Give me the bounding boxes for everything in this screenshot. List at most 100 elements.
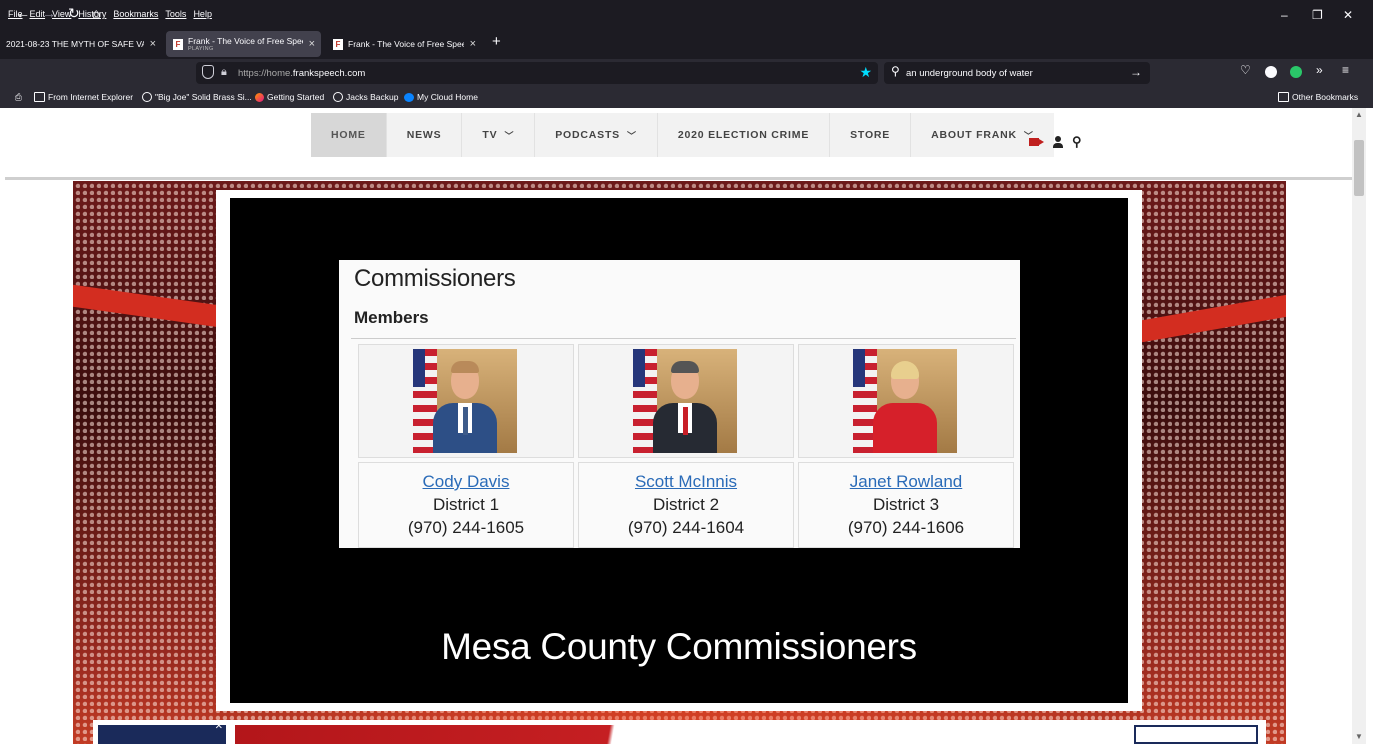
nav-election-crime[interactable]: 2020 ELECTION CRIME bbox=[656, 113, 830, 157]
forward-arrow-icon[interactable]: → bbox=[42, 5, 56, 21]
cloud-icon bbox=[404, 92, 414, 102]
scroll-down-icon[interactable]: ▼ bbox=[1355, 732, 1363, 741]
member-name-link[interactable]: Scott McInnis bbox=[579, 472, 793, 492]
url-text[interactable]: https://home.frankspeech.com bbox=[238, 68, 365, 79]
close-tab-icon[interactable]: × bbox=[464, 38, 482, 50]
close-tab-icon[interactable]: × bbox=[303, 38, 321, 50]
pocket-icon[interactable]: ♡ bbox=[1240, 63, 1251, 77]
search-bar[interactable]: ⚲ an underground body of water → bbox=[884, 62, 1150, 84]
tab-1[interactable]: 2021-08-23 THE MYTH OF SAFE VAC × bbox=[6, 31, 162, 57]
member-name-link[interactable]: Cody Davis bbox=[359, 472, 573, 492]
card-title: Commissioners bbox=[354, 265, 516, 292]
scroll-thumb[interactable] bbox=[1354, 140, 1364, 196]
other-bookmarks[interactable]: Other Bookmarks bbox=[1278, 92, 1358, 102]
page-scrollbar[interactable]: ▲ ▼ bbox=[1352, 108, 1366, 744]
tab-title: Frank - The Voice of Free Speech bbox=[348, 39, 464, 49]
site-nav: HOME NEWS TV ﹀ PODCASTS ﹀ 2020 ELECTION CR… bbox=[311, 113, 1054, 157]
menu-bar: File Edit View History Bookmarks Tools H… bbox=[0, 0, 1373, 29]
tab-2[interactable]: F Frank - The Voice of Free Speech PLAYI… bbox=[166, 31, 321, 57]
video-caption: Mesa County Commissioners bbox=[441, 626, 917, 667]
close-window-button[interactable]: ✕ bbox=[1343, 8, 1353, 22]
tab-3[interactable]: F Frank - The Voice of Free Speech × bbox=[330, 31, 482, 57]
ad-left[interactable]: ✕ bbox=[98, 721, 226, 744]
bookmark-my-cloud-home[interactable]: My Cloud Home bbox=[404, 92, 478, 102]
close-tab-icon[interactable]: × bbox=[144, 38, 162, 50]
ad-banner[interactable] bbox=[235, 725, 1125, 744]
tracking-shield-icon[interactable] bbox=[202, 65, 214, 79]
search-go-arrow-icon[interactable]: → bbox=[1130, 65, 1142, 79]
member-district: District 3 bbox=[872, 495, 940, 514]
bookmark-big-joe[interactable]: "Big Joe" Solid Brass Si... bbox=[142, 92, 252, 102]
search-icon: ⚲ bbox=[891, 64, 900, 78]
extension-j-icon[interactable] bbox=[1265, 66, 1277, 78]
bookmark-label: My Cloud Home bbox=[417, 92, 478, 102]
nav-news[interactable]: NEWS bbox=[385, 113, 462, 157]
site-icons: ⚲ bbox=[1029, 134, 1082, 150]
menu-bookmarks[interactable]: Bookmarks bbox=[113, 9, 158, 19]
url-bar[interactable]: 🔒︎ https://home.frankspeech.com ★ bbox=[196, 62, 878, 84]
member-district: District 1 bbox=[432, 495, 500, 514]
nav-label: ABOUT FRANK bbox=[931, 129, 1017, 141]
home-icon[interactable]: ⌂ bbox=[92, 5, 100, 21]
tie bbox=[463, 407, 468, 435]
page-content: HOME NEWS TV ﹀ PODCASTS ﹀ 2020 ELECTION CR… bbox=[0, 108, 1373, 744]
url-domain: frankspeech.com bbox=[292, 68, 366, 79]
member-photo bbox=[413, 349, 517, 453]
user-icon[interactable] bbox=[1053, 136, 1063, 148]
member-info: Janet Rowland District 3 (970) 244-1606 bbox=[798, 462, 1014, 548]
member-info: Scott McInnis District 2 (970) 244-1604 bbox=[578, 462, 794, 548]
reload-icon[interactable]: ↻ bbox=[68, 5, 80, 22]
folder-icon bbox=[34, 92, 45, 102]
member-photo-frame bbox=[358, 344, 574, 458]
tie bbox=[683, 407, 688, 435]
firefox-icon bbox=[255, 92, 264, 102]
lock-icon[interactable]: 🔒︎ bbox=[221, 66, 227, 79]
red-jacket bbox=[873, 403, 937, 453]
nav-label: PODCASTS bbox=[555, 129, 620, 141]
bookmark-from-ie[interactable]: From Internet Explorer bbox=[34, 92, 133, 102]
search-icon[interactable]: ⚲ bbox=[1072, 134, 1082, 150]
menu-help[interactable]: Help bbox=[193, 9, 212, 19]
new-tab-button[interactable]: + bbox=[492, 33, 501, 50]
nav-store[interactable]: STORE bbox=[829, 113, 911, 157]
minimize-button[interactable]: – bbox=[1281, 8, 1288, 22]
hair bbox=[891, 361, 919, 379]
hair bbox=[671, 361, 699, 373]
hero-band-right bbox=[1126, 294, 1286, 346]
bookmark-label: From Internet Explorer bbox=[48, 92, 134, 102]
nav-home[interactable]: HOME bbox=[311, 113, 386, 157]
bookmark-jacks-backup[interactable]: Jacks Backup bbox=[333, 92, 398, 102]
url-prefix: https://home. bbox=[238, 68, 293, 79]
member-photo bbox=[633, 349, 737, 453]
ad-right[interactable] bbox=[1134, 725, 1258, 744]
member-phone: (970) 244-1605 bbox=[407, 518, 525, 537]
overflow-chevrons-icon[interactable]: » bbox=[1316, 63, 1323, 77]
extension-green-icon[interactable] bbox=[1290, 66, 1302, 78]
nav-label: HOME bbox=[331, 129, 366, 141]
hamburger-menu-icon[interactable]: ≡ bbox=[1342, 63, 1349, 77]
chevron-down-icon: ﹀ bbox=[627, 130, 637, 141]
video-camera-icon[interactable] bbox=[1029, 138, 1044, 146]
bookmark-label: Other Bookmarks bbox=[1292, 92, 1359, 102]
bookmark-getting-started[interactable]: Getting Started bbox=[255, 92, 324, 102]
bookmark-star-icon[interactable]: ★ bbox=[859, 64, 872, 81]
nav-label: TV bbox=[482, 129, 498, 141]
search-query[interactable]: an underground body of water bbox=[906, 68, 1033, 79]
nav-tv[interactable]: TV ﹀ bbox=[461, 113, 535, 157]
menu-tools[interactable]: Tools bbox=[165, 9, 186, 19]
member-name-link[interactable]: Janet Rowland bbox=[799, 472, 1013, 492]
menu-list: File Edit View History Bookmarks Tools H… bbox=[8, 9, 212, 19]
scroll-up-icon[interactable]: ▲ bbox=[1355, 110, 1363, 119]
chevron-down-icon: ﹀ bbox=[504, 130, 515, 141]
tab-title-wrap: Frank - The Voice of Free Speech PLAYING bbox=[188, 36, 303, 52]
folder-icon bbox=[1278, 92, 1289, 102]
back-arrow-icon[interactable]: ← bbox=[16, 5, 30, 21]
restore-button[interactable]: ❐ bbox=[1312, 8, 1323, 22]
member-photo-frame bbox=[798, 344, 1014, 458]
globe-icon bbox=[142, 92, 152, 102]
nav-label: NEWS bbox=[406, 129, 442, 141]
bookmarks-sidebar-icon[interactable]: ⎙ bbox=[15, 92, 22, 103]
close-ad-icon[interactable]: ✕ bbox=[215, 721, 223, 732]
member-photo-frame bbox=[578, 344, 794, 458]
nav-podcasts[interactable]: PODCASTS ﹀ bbox=[534, 113, 657, 157]
